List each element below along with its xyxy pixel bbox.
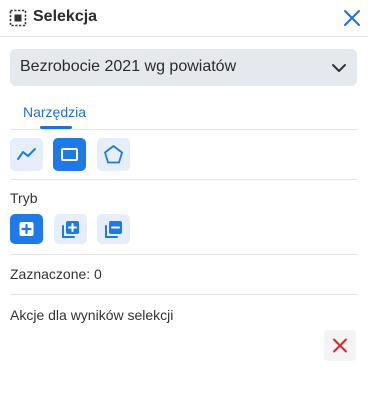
actions-label: Akcje dla wyników selekcji	[10, 307, 174, 323]
selection-icon	[9, 9, 27, 27]
pentagon-icon	[104, 145, 123, 164]
divider	[10, 254, 357, 255]
selected-count: Zaznaczone: 0	[10, 266, 102, 282]
layer-select[interactable]: Bezrobocie 2021 wg powiatów	[10, 49, 357, 86]
layers-plus-icon	[62, 221, 79, 238]
panel-header: Selekcja	[0, 0, 368, 37]
polyline-icon	[17, 148, 36, 160]
divider	[10, 179, 357, 180]
panel-title: Selekcja	[33, 8, 98, 25]
remove-from-selection-button[interactable]	[97, 214, 130, 244]
polygon-tool-button[interactable]	[97, 138, 130, 171]
add-to-selection-button[interactable]	[54, 214, 87, 244]
divider	[10, 294, 357, 295]
plus-square-icon	[19, 222, 34, 236]
rectangle-tool-button[interactable]	[53, 138, 86, 171]
clear-selection-button[interactable]	[324, 330, 356, 361]
rectangle-icon	[61, 148, 78, 161]
layers-minus-icon	[105, 221, 122, 238]
layer-select-value: Bezrobocie 2021 wg powiatów	[20, 58, 237, 75]
clear-x-icon	[333, 338, 347, 353]
divider	[10, 129, 357, 130]
tab-label: Narzędzia	[23, 104, 87, 120]
new-selection-button[interactable]	[10, 214, 43, 244]
mode-label: Tryb	[10, 190, 38, 206]
tab-narzedzia[interactable]: Narzędzia	[13, 103, 93, 129]
polyline-tool-button[interactable]	[10, 138, 43, 171]
close-icon	[344, 10, 360, 26]
close-button[interactable]	[341, 7, 363, 29]
chevron-down-icon	[332, 64, 346, 72]
